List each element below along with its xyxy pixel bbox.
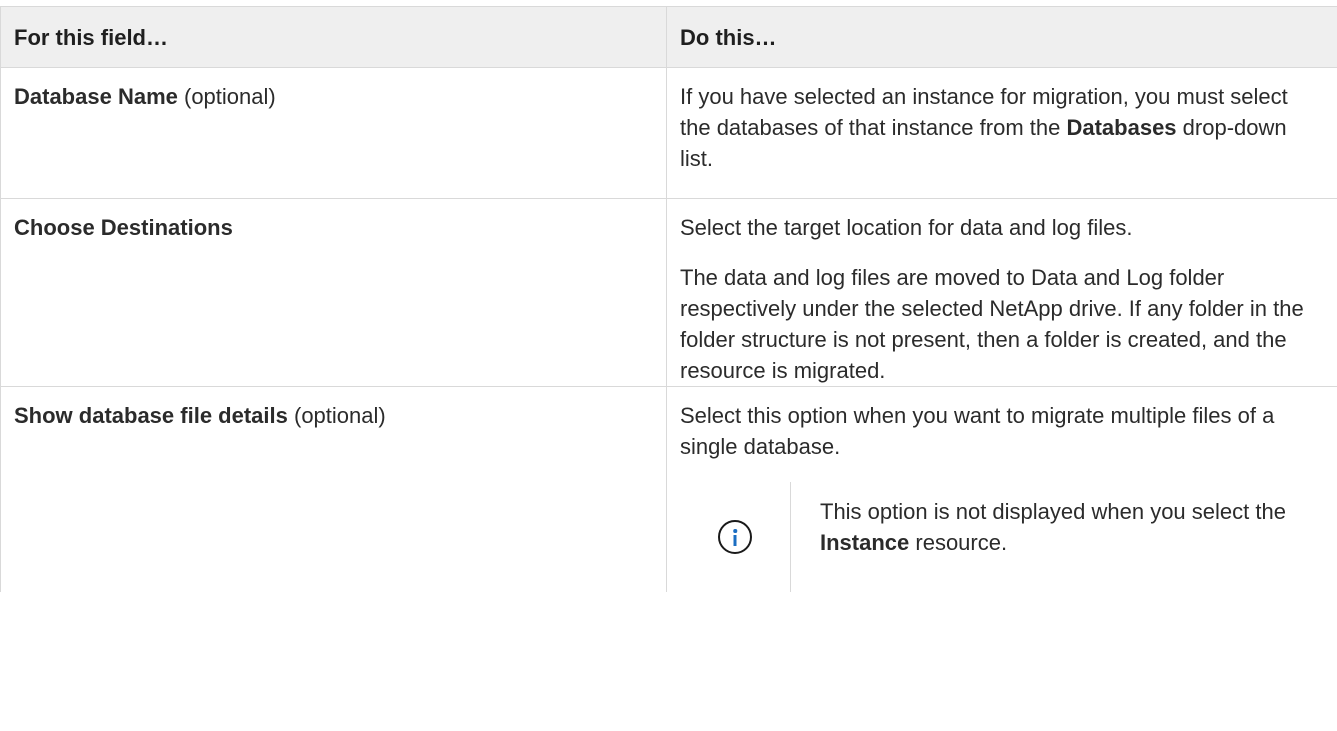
table-row: Choose Destinations Select the target lo… <box>0 198 1337 387</box>
table-row: Show database file details (optional) Se… <box>0 386 1337 592</box>
header-action-column: Do this… <box>666 6 1337 68</box>
info-icon-dot <box>733 529 737 533</box>
description-text: Select this option when you want to migr… <box>680 403 1275 459</box>
note-text-part: resource. <box>909 530 1008 555</box>
table-header: For this field… Do this… <box>0 6 1337 68</box>
field-instructions-table: For this field… Do this… Database Name (… <box>0 6 1337 592</box>
note-text: This option is not displayed when you se… <box>791 482 1324 592</box>
note-text-emphasis: Instance <box>820 530 910 555</box>
description-text: The data and log files are moved to Data… <box>680 265 1304 383</box>
note-text-part: This option is not displayed when you se… <box>820 499 1286 524</box>
field-optional-note: (optional) <box>287 403 386 428</box>
field-name: Show database file details <box>14 403 288 428</box>
field-name: Choose Destinations <box>14 215 233 240</box>
note-icon-column <box>680 482 791 592</box>
field-optional-note: (optional) <box>177 84 276 109</box>
info-icon <box>718 520 752 554</box>
table-row: Database Name (optional) If you have sel… <box>0 67 1337 199</box>
description-text-emphasis: Databases <box>1066 115 1177 140</box>
field-cell: Show database file details (optional) <box>0 386 667 592</box>
header-field-column: For this field… <box>0 6 667 68</box>
description-cell: Select this option when you want to migr… <box>666 386 1337 592</box>
description-text: Select the target location for data and … <box>680 215 1133 240</box>
description-cell: If you have selected an instance for mig… <box>666 67 1337 199</box>
field-name: Database Name <box>14 84 178 109</box>
table-header-row: For this field… Do this… <box>0 6 1337 68</box>
description-text: If you have selected an instance for mig… <box>680 81 1324 174</box>
field-cell: Choose Destinations <box>0 198 667 387</box>
info-icon-stem <box>733 535 737 546</box>
description-cell: Select the target location for data and … <box>666 198 1337 387</box>
note-admonition: This option is not displayed when you se… <box>680 482 1324 592</box>
field-cell: Database Name (optional) <box>0 67 667 199</box>
